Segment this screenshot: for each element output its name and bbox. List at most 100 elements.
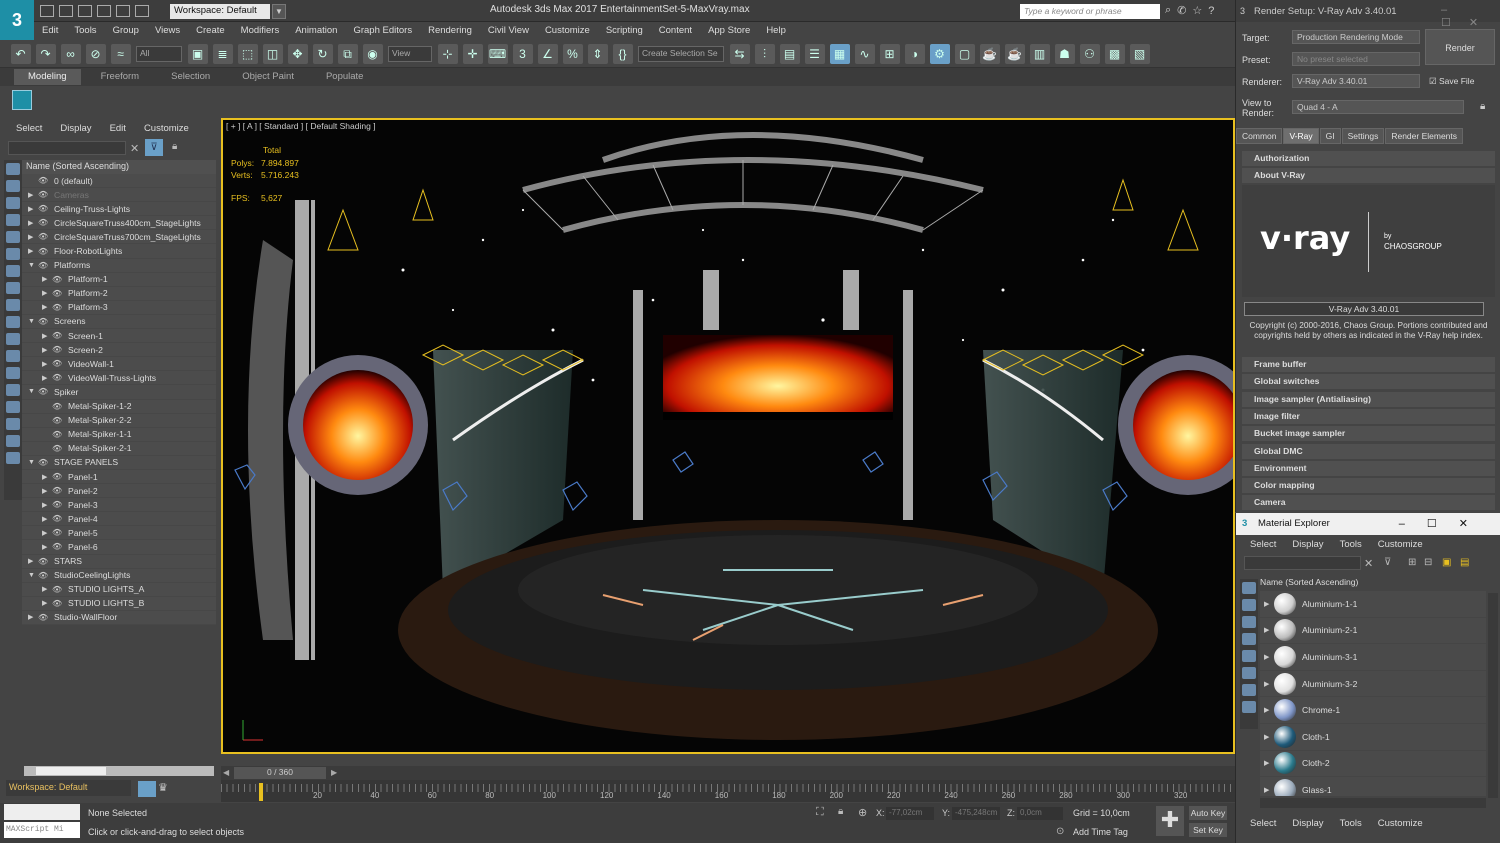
menu-views[interactable]: Views — [155, 22, 180, 40]
rollout-authorization[interactable]: Authorization — [1242, 151, 1495, 166]
visibility-eye-icon[interactable]: 👁︎ — [52, 275, 64, 284]
material-row[interactable]: ▶ Cloth-2 — [1260, 750, 1486, 778]
chevron-right-icon[interactable]: ▶ — [28, 205, 38, 213]
menu-tools[interactable]: Tools — [74, 22, 96, 40]
material-list-header[interactable]: Name (Sorted Ascending) — [1260, 577, 1358, 587]
scene-tree-row[interactable]: 👁︎ Metal-Spiker-2-1 — [22, 441, 216, 456]
menu-help[interactable]: Help — [766, 22, 786, 40]
material-menu-select[interactable]: Select — [1250, 539, 1276, 550]
visibility-eye-icon[interactable]: 👁︎ — [52, 416, 64, 425]
chevron-right-icon[interactable]: ▶ — [28, 233, 38, 241]
scene-tree-row[interactable]: ▼ 👁︎ Screens — [22, 314, 216, 330]
render-setup-icon[interactable]: ⚙ — [929, 43, 950, 64]
display-spacewarps-icon[interactable] — [6, 248, 20, 260]
material-menu-display[interactable]: Display — [1292, 818, 1323, 829]
chevron-right-icon[interactable]: ▶ — [42, 360, 52, 368]
new-file-icon[interactable] — [40, 5, 54, 17]
filter-icon[interactable] — [6, 435, 20, 447]
menu-rendering[interactable]: Rendering — [428, 22, 472, 40]
material-editor-icon[interactable]: ◑ — [904, 43, 925, 64]
chevron-right-icon[interactable]: ▶ — [1260, 626, 1274, 634]
rollout-color-mapping[interactable]: Color mapping — [1242, 478, 1495, 494]
display-bones-icon[interactable] — [6, 299, 20, 311]
visibility-eye-icon[interactable]: 👁︎ — [38, 261, 50, 270]
visibility-eye-icon[interactable]: 👁︎ — [52, 359, 64, 368]
align-icon[interactable]: ⫶ — [754, 43, 775, 64]
communication-icon[interactable]: ✆ — [1177, 4, 1186, 17]
material-menu-display[interactable]: Display — [1292, 539, 1323, 550]
display-geometry-icon[interactable] — [6, 163, 20, 175]
menu-group[interactable]: Group — [113, 22, 139, 40]
schematic-view-icon[interactable]: ⊞ — [879, 43, 900, 64]
ribbon-tab-modeling[interactable]: Modeling — [14, 69, 81, 85]
undo-icon[interactable] — [97, 5, 111, 17]
visibility-eye-icon[interactable]: 👁︎ — [38, 232, 50, 241]
scene-tree-row[interactable]: ▼ 👁︎ Platforms — [22, 258, 216, 273]
selection-filter-dropdown[interactable]: All — [136, 45, 182, 62]
chevron-right-icon[interactable]: ▶ — [42, 529, 52, 537]
project-folder-icon[interactable] — [135, 5, 149, 17]
display-none-icon[interactable] — [1242, 701, 1256, 713]
move-icon[interactable]: ✥ — [287, 43, 308, 64]
material-menu-tools[interactable]: Tools — [1340, 818, 1362, 829]
maxscript-listener[interactable] — [4, 804, 80, 820]
z-coord-field[interactable]: 0,0cm — [1017, 807, 1063, 820]
view-to-render-dropdown[interactable]: Quad 4 - A — [1292, 100, 1464, 114]
scene-tree-row[interactable]: ▼ 👁︎ STAGE PANELS — [22, 455, 216, 470]
render-tab-settings[interactable]: Settings — [1341, 128, 1385, 144]
keyboard-shortcut-icon[interactable]: ⌨ — [487, 43, 508, 64]
scene-tree-row[interactable]: 👁︎ Metal-Spiker-1-2 — [22, 399, 216, 414]
visibility-eye-icon[interactable]: 👁︎ — [52, 345, 64, 354]
select-manipulate-icon[interactable]: ✛ — [462, 43, 483, 64]
app-logo[interactable]: 3 — [0, 0, 34, 40]
star-icon[interactable]: ☆ — [1192, 4, 1202, 17]
visibility-eye-icon[interactable]: 👁︎ — [38, 204, 50, 213]
scene-tree-row[interactable]: ▼ 👁︎ StudioCeelingLights — [22, 568, 216, 583]
chevron-right-icon[interactable]: ▶ — [42, 515, 52, 523]
visibility-eye-icon[interactable]: 👁︎ — [52, 331, 64, 340]
time-slider-track[interactable] — [221, 766, 1235, 780]
scene-tree-row[interactable]: ▶ 👁︎ CircleSquareTruss700cm_StageLights — [22, 230, 216, 245]
binoculars-icon[interactable]: ⌕ — [1165, 4, 1171, 17]
scene-tree-row[interactable]: ▶ 👁︎ Ceiling-Truss-Lights — [22, 202, 216, 217]
visibility-eye-icon[interactable]: 👁︎ — [52, 430, 64, 439]
rollout-global-dmc[interactable]: Global DMC — [1242, 443, 1495, 459]
display-used-maps-icon[interactable] — [1242, 667, 1256, 679]
material-row[interactable]: ▶ Chrome-1 — [1260, 697, 1486, 724]
layer-explorer-icon[interactable]: ▤ — [779, 43, 800, 64]
chevron-right-icon[interactable]: ▶ — [42, 332, 52, 340]
vray-light-lister-icon[interactable]: ▧ — [1129, 43, 1150, 64]
display-unused-maps-icon[interactable] — [1242, 650, 1256, 662]
material-filter-input[interactable] — [1244, 556, 1361, 570]
chevron-down-icon[interactable]: ▼ — [28, 459, 38, 466]
window-controls[interactable]: –☐✕ — [1441, 4, 1500, 29]
material-list-hscrollbar[interactable] — [1260, 798, 1486, 808]
material-menu-customize[interactable]: Customize — [1378, 539, 1423, 550]
material-row[interactable]: ▶ Glass-1 — [1260, 777, 1486, 796]
save-file-checkbox[interactable]: ☑ Save File — [1429, 76, 1474, 87]
auto-key-button[interactable]: Auto Key — [1189, 806, 1227, 820]
chevron-left-icon[interactable]: ◀ — [223, 768, 229, 777]
scene-tree-row[interactable]: ▶ 👁︎ Panel-1 — [22, 469, 216, 485]
angle-snap-icon[interactable]: ∠ — [537, 43, 558, 64]
scene-tree-row[interactable]: ▶ 👁︎ Panel-4 — [22, 512, 216, 527]
scene-tree-row[interactable]: ▶ 👁︎ Platform-3 — [22, 300, 216, 315]
expand-icon[interactable]: ⊟ — [1424, 557, 1432, 568]
chevron-right-icon[interactable]: ▶ — [28, 247, 38, 255]
set-key-button[interactable]: Set Key — [1189, 823, 1227, 837]
visibility-eye-icon[interactable]: 👁︎ — [52, 289, 64, 298]
render-tab-common[interactable]: Common — [1236, 128, 1283, 144]
visibility-eye-icon[interactable]: 👁︎ — [52, 303, 64, 312]
menu-scripting[interactable]: Scripting — [606, 22, 643, 40]
save-file-icon[interactable] — [78, 5, 92, 17]
material-row[interactable]: ▶ Aluminium-1-1 — [1260, 591, 1486, 618]
visibility-eye-icon[interactable]: 👁︎ — [38, 247, 50, 256]
scene-tree-row[interactable]: ▶ 👁︎ Screen-1 — [22, 329, 216, 344]
perspective-viewport[interactable]: [ + ] [ A ] [ Standard ] [ Default Shadi… — [221, 118, 1235, 754]
lock-icon[interactable]: 🔒︎ — [172, 141, 177, 152]
preset-dropdown[interactable]: No preset selected — [1292, 52, 1420, 66]
window-controls[interactable]: –☐✕ — [1399, 517, 1490, 530]
help-icon[interactable]: ? — [1208, 5, 1214, 17]
chevron-right-icon[interactable]: ▶ — [1260, 653, 1274, 661]
scale-icon[interactable]: ⧉ — [337, 43, 358, 64]
